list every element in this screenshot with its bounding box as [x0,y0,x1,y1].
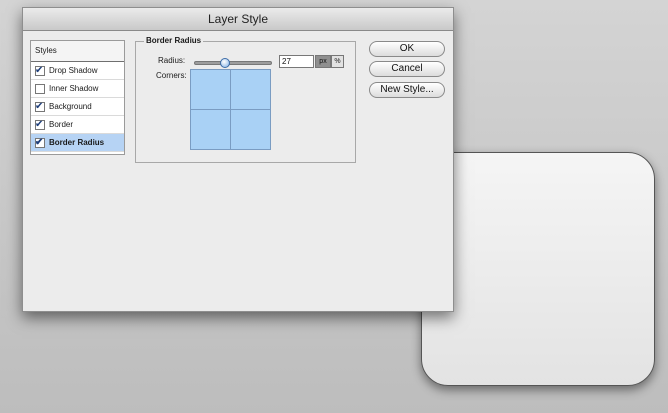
corners-selector [190,69,271,150]
checkbox[interactable] [35,83,45,94]
styles-list: Styles Drop Shadow Inner Shadow Background… [30,40,125,155]
new-style-button[interactable]: New Style... [369,82,445,98]
dialog-title: Layer Style [23,8,453,31]
style-item-border-radius[interactable]: Border Radius [31,134,124,152]
style-item-label: Drop Shadow [49,66,98,75]
cancel-button[interactable]: Cancel [369,61,445,77]
preview-rounded-box [421,152,655,386]
style-item-label: Inner Shadow [49,84,99,93]
unit-px-button[interactable]: px [315,55,331,68]
style-item-label: Border Radius [49,138,105,147]
corner-top-right[interactable] [230,70,270,110]
border-radius-section: Border Radius Radius: 27 px % Corners: [135,36,356,163]
layer-style-dialog: Layer Style Styles Drop Shadow Inner Shad… [22,7,454,312]
style-item-background[interactable]: Background [31,98,124,116]
corner-top-left[interactable] [191,70,231,110]
radius-input[interactable]: 27 [279,55,314,68]
checkbox[interactable] [35,134,45,151]
style-item-inner-shadow[interactable]: Inner Shadow [31,80,124,98]
radius-slider-knob[interactable] [219,58,230,68]
unit-percent-button[interactable]: % [331,55,344,68]
styles-header[interactable]: Styles [31,41,124,62]
radius-label: Radius: [158,56,186,65]
corner-bottom-left[interactable] [191,109,231,149]
border-radius-section-title: Border Radius [144,36,204,45]
checkbox[interactable] [35,116,45,133]
style-item-border[interactable]: Border [31,116,124,134]
corner-bottom-right[interactable] [231,110,271,150]
corners-label: Corners: [156,71,187,80]
style-item-label: Border [49,120,74,129]
checkbox[interactable] [35,62,45,79]
radius-slider[interactable] [194,58,272,68]
checkbox[interactable] [35,98,45,115]
style-item-drop-shadow[interactable]: Drop Shadow [31,62,124,80]
ok-button[interactable]: OK [369,41,445,57]
style-item-label: Background [49,102,92,111]
